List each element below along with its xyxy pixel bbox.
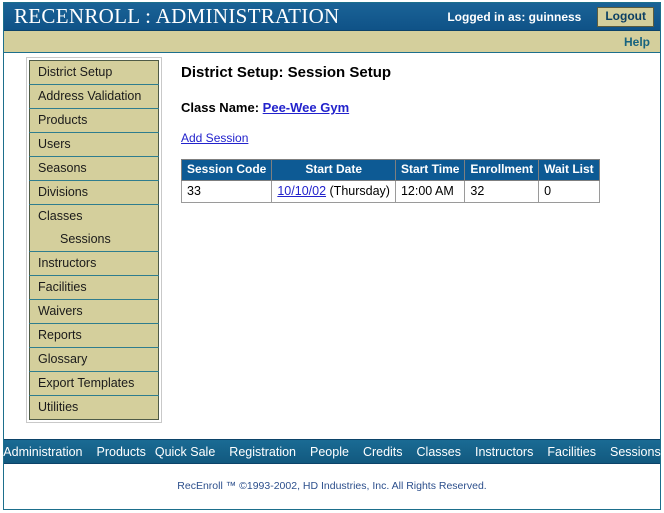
- page-root: RECENROLL : ADMINISTRATION Logged in as:…: [0, 0, 664, 513]
- footer-link-sessions[interactable]: Sessions: [610, 445, 661, 459]
- footer-link-classes[interactable]: Classes: [417, 445, 461, 459]
- table-row: 33 10/10/02 (Thursday) 12:00 AM 32 0: [180, 180, 600, 203]
- table-header-row: Session Code Start Date Start Time Enrol…: [180, 159, 600, 181]
- sidebar-item-utilities[interactable]: Utilities: [29, 395, 159, 420]
- footer-link-products[interactable]: Products: [97, 445, 146, 459]
- body-area: District Setup Address Validation Produc…: [4, 53, 660, 439]
- sidebar-nav-table: District Setup Address Validation Produc…: [29, 60, 159, 420]
- start-date-day: (Thursday): [329, 184, 390, 198]
- sidebar: District Setup Address Validation Produc…: [26, 57, 162, 423]
- sessions-table: Session Code Start Date Start Time Enrol…: [180, 159, 600, 203]
- help-link[interactable]: Help: [624, 35, 650, 49]
- footer-link-people[interactable]: People: [310, 445, 349, 459]
- sidebar-item-sessions[interactable]: Sessions: [29, 228, 159, 252]
- sidebar-item-instructors[interactable]: Instructors: [29, 251, 159, 276]
- sidebar-item-address-validation[interactable]: Address Validation: [29, 84, 159, 109]
- title-bar: RECENROLL : ADMINISTRATION Logged in as:…: [4, 3, 660, 31]
- logout-button[interactable]: Logout: [597, 6, 654, 27]
- class-name-link[interactable]: Pee-Wee Gym: [263, 100, 349, 115]
- sidebar-item-export-templates[interactable]: Export Templates: [29, 371, 159, 396]
- column-header-wait-list: Wait List: [538, 159, 600, 181]
- sidebar-item-glossary[interactable]: Glossary: [29, 347, 159, 372]
- app-frame: RECENROLL : ADMINISTRATION Logged in as:…: [3, 2, 661, 510]
- copyright-text: RecEnroll ™ ©1993-2002, HD Industries, I…: [177, 480, 487, 492]
- sidebar-item-users[interactable]: Users: [29, 132, 159, 157]
- add-session-link[interactable]: Add Session: [181, 131, 248, 145]
- help-bar: Help: [4, 31, 660, 53]
- page-title: District Setup: Session Setup: [181, 64, 392, 81]
- sidebar-item-waivers[interactable]: Waivers: [29, 299, 159, 324]
- footer-link-credits[interactable]: Credits: [363, 445, 403, 459]
- cell-enrollment: 32: [464, 180, 540, 203]
- column-header-start-date: Start Date: [271, 159, 396, 181]
- main-content: District Setup: Session Setup Class Name…: [180, 59, 652, 203]
- sidebar-item-divisions[interactable]: Divisions: [29, 180, 159, 205]
- sidebar-item-district-setup[interactable]: District Setup: [29, 60, 159, 85]
- sidebar-item-classes[interactable]: Classes: [29, 204, 159, 228]
- sidebar-item-seasons[interactable]: Seasons: [29, 156, 159, 181]
- cell-start-time: 12:00 AM: [394, 180, 466, 203]
- footer-navigation: Administration Products Quick Sale Regis…: [3, 439, 661, 464]
- login-status: Logged in as: guinness: [447, 9, 582, 24]
- column-header-start-time: Start Time: [394, 159, 466, 181]
- column-header-session-code: Session Code: [180, 159, 273, 181]
- footer-link-instructors[interactable]: Instructors: [475, 445, 533, 459]
- start-date-link[interactable]: 10/10/02: [277, 184, 326, 198]
- footer-link-quick-sale[interactable]: Quick Sale: [155, 445, 215, 459]
- sidebar-item-products[interactable]: Products: [29, 108, 159, 133]
- column-header-enrollment: Enrollment: [464, 159, 540, 181]
- footer-link-registration[interactable]: Registration: [229, 445, 296, 459]
- sidebar-item-reports[interactable]: Reports: [29, 323, 159, 348]
- class-name-row: Class Name: Pee-Wee Gym: [181, 99, 652, 116]
- class-name-label: Class Name:: [181, 100, 260, 115]
- cell-session-code: 33: [180, 180, 273, 203]
- copyright-bar: RecEnroll ™ ©1993-2002, HD Industries, I…: [4, 464, 660, 508]
- sidebar-item-facilities[interactable]: Facilities: [29, 275, 159, 300]
- app-title: RECENROLL : ADMINISTRATION: [14, 4, 340, 28]
- cell-wait-list: 0: [538, 180, 600, 203]
- footer-link-administration[interactable]: Administration: [3, 445, 82, 459]
- cell-start-date: 10/10/02 (Thursday): [271, 180, 396, 203]
- footer-link-facilities[interactable]: Facilities: [547, 445, 596, 459]
